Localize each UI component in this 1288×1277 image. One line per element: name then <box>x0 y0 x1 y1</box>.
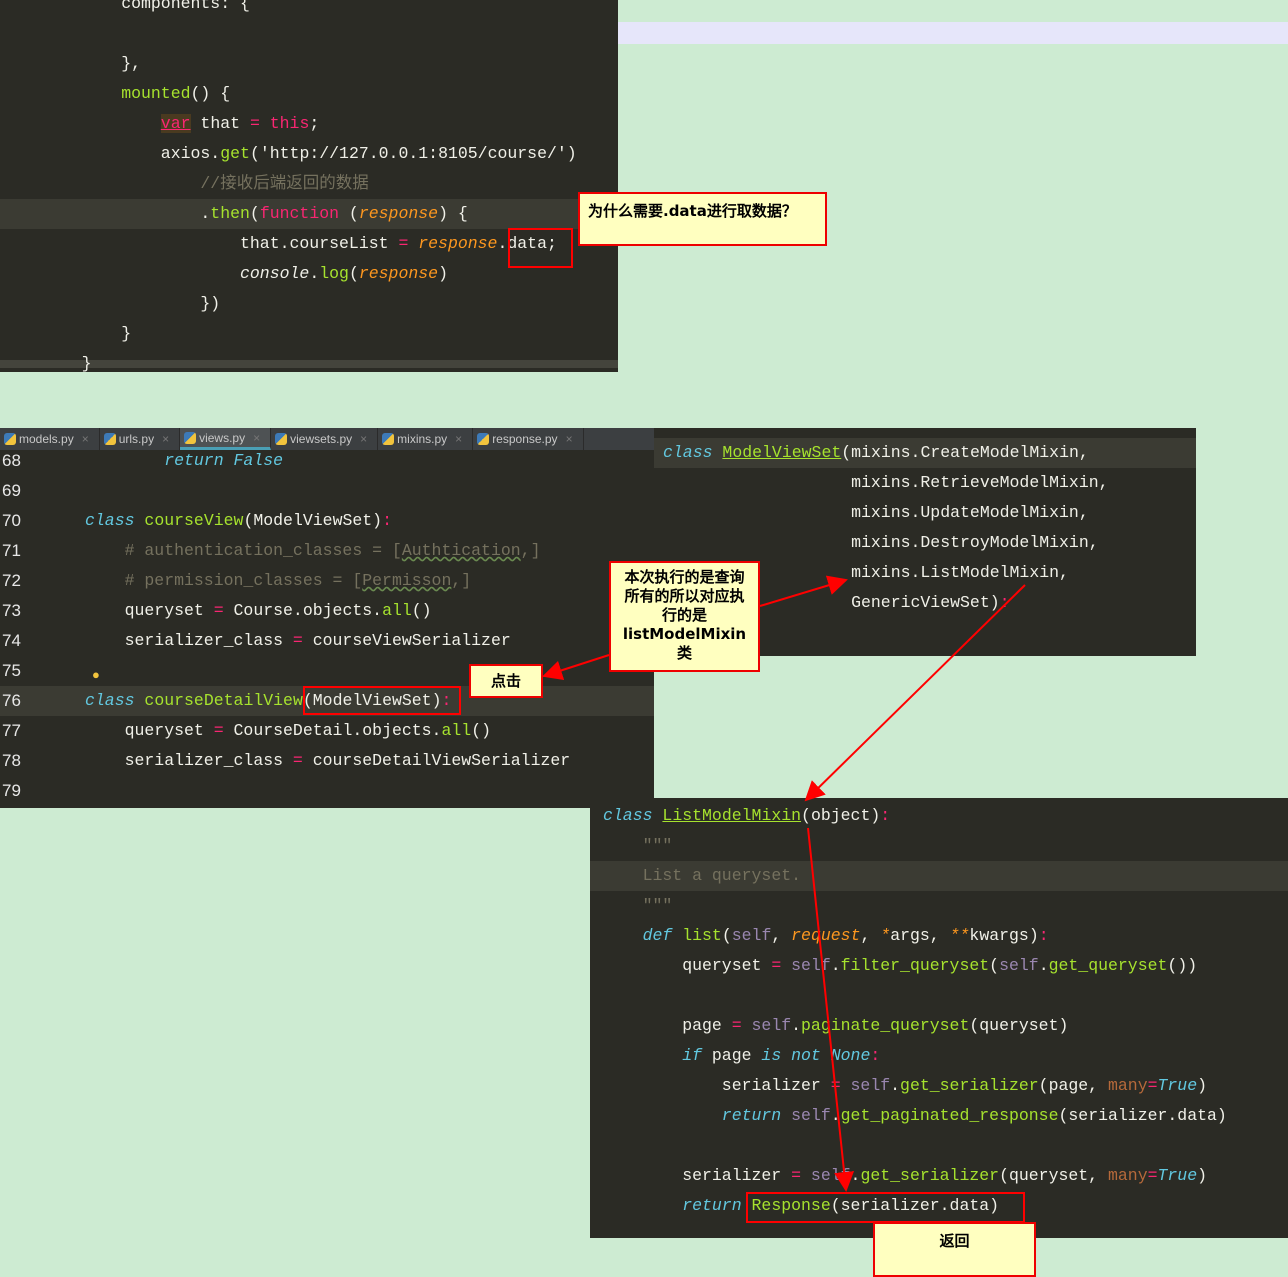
arrow-to-listmodelmixin <box>759 575 848 607</box>
arrow-to-class-def <box>804 584 1026 802</box>
annotation-arrows <box>542 575 1026 1192</box>
arrow-to-click <box>542 654 610 680</box>
arrow-to-response <box>807 827 855 1192</box>
